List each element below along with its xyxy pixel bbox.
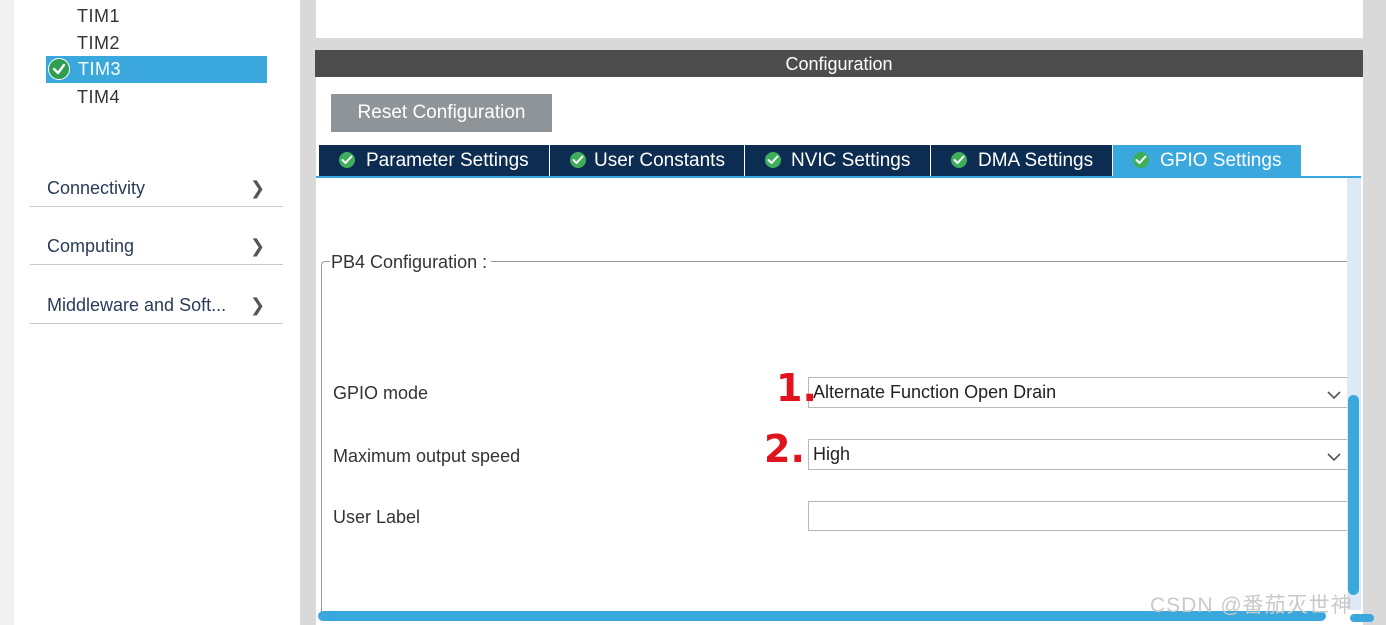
max-output-speed-label: Maximum output speed (333, 446, 521, 466)
annotation-2: 2. (764, 427, 805, 471)
configuration-header: Configuration (315, 50, 1363, 77)
check-icon (765, 152, 781, 168)
select-value: Alternate Function Open Drain (813, 382, 1057, 402)
chevron-down-icon (1327, 387, 1341, 405)
tab-label: NVIC Settings (791, 150, 911, 171)
category-computing[interactable]: Computing ❯ (30, 234, 283, 265)
gpio-mode-select[interactable]: Alternate Function Open Drain (808, 377, 1348, 408)
check-icon (48, 58, 70, 80)
category-middleware[interactable]: Middleware and Soft... ❯ (30, 293, 283, 324)
max-output-speed-select[interactable]: High (808, 439, 1348, 470)
check-icon (339, 152, 355, 168)
tab-label: DMA Settings (978, 150, 1094, 171)
group-title: PB4 Configuration : (330, 252, 492, 273)
category-label: Middleware and Soft... (47, 295, 227, 315)
check-icon (951, 152, 967, 168)
panel-separator[interactable] (316, 38, 1363, 50)
select-value: High (813, 444, 851, 464)
user-label-input[interactable] (808, 501, 1348, 531)
right-margin (1363, 0, 1386, 625)
chevron-right-icon: ❯ (250, 178, 266, 198)
sidebar-item-tim2[interactable]: TIM2 (77, 33, 120, 54)
gpio-mode-label: GPIO mode (333, 383, 429, 403)
category-label: Computing (47, 236, 135, 256)
horizontal-scroll-thumb-secondary[interactable] (1350, 614, 1374, 622)
tab-dma-settings[interactable]: DMA Settings (931, 145, 1113, 176)
tab-gpio-settings[interactable]: GPIO Settings (1113, 145, 1302, 176)
tab-user-constants[interactable]: User Constants (550, 145, 745, 176)
category-label: Connectivity (47, 178, 146, 198)
chevron-down-icon (1327, 449, 1341, 467)
sidebar-item-tim1[interactable]: TIM1 (77, 6, 120, 27)
tab-parameter-settings[interactable]: Parameter Settings (319, 145, 550, 176)
check-icon (570, 152, 586, 168)
user-label-label: User Label (333, 507, 421, 527)
tab-label: GPIO Settings (1160, 150, 1282, 171)
tab-nvic-settings[interactable]: NVIC Settings (745, 145, 931, 176)
chevron-right-icon: ❯ (250, 236, 266, 256)
vertical-scroll-thumb[interactable] (1348, 395, 1359, 595)
tab-label: Parameter Settings (366, 150, 529, 171)
reset-configuration-button[interactable]: Reset Configuration (331, 94, 552, 132)
mode-panel (316, 0, 1363, 38)
sidebar-item-tim4[interactable]: TIM4 (77, 87, 120, 108)
category-connectivity[interactable]: Connectivity ❯ (30, 176, 283, 207)
sidebar-item-label: TIM3 (78, 59, 122, 79)
panel-splitter[interactable] (300, 0, 316, 625)
tab-label: User Constants (594, 150, 725, 171)
watermark: CSDN @番茄灭世神 (1150, 594, 1353, 617)
left-gutter (0, 0, 14, 625)
annotation-1: 1. (776, 366, 817, 410)
sidebar-item-tim3[interactable]: TIM3 (46, 56, 267, 83)
check-icon (1133, 152, 1149, 168)
chevron-right-icon: ❯ (250, 295, 266, 315)
